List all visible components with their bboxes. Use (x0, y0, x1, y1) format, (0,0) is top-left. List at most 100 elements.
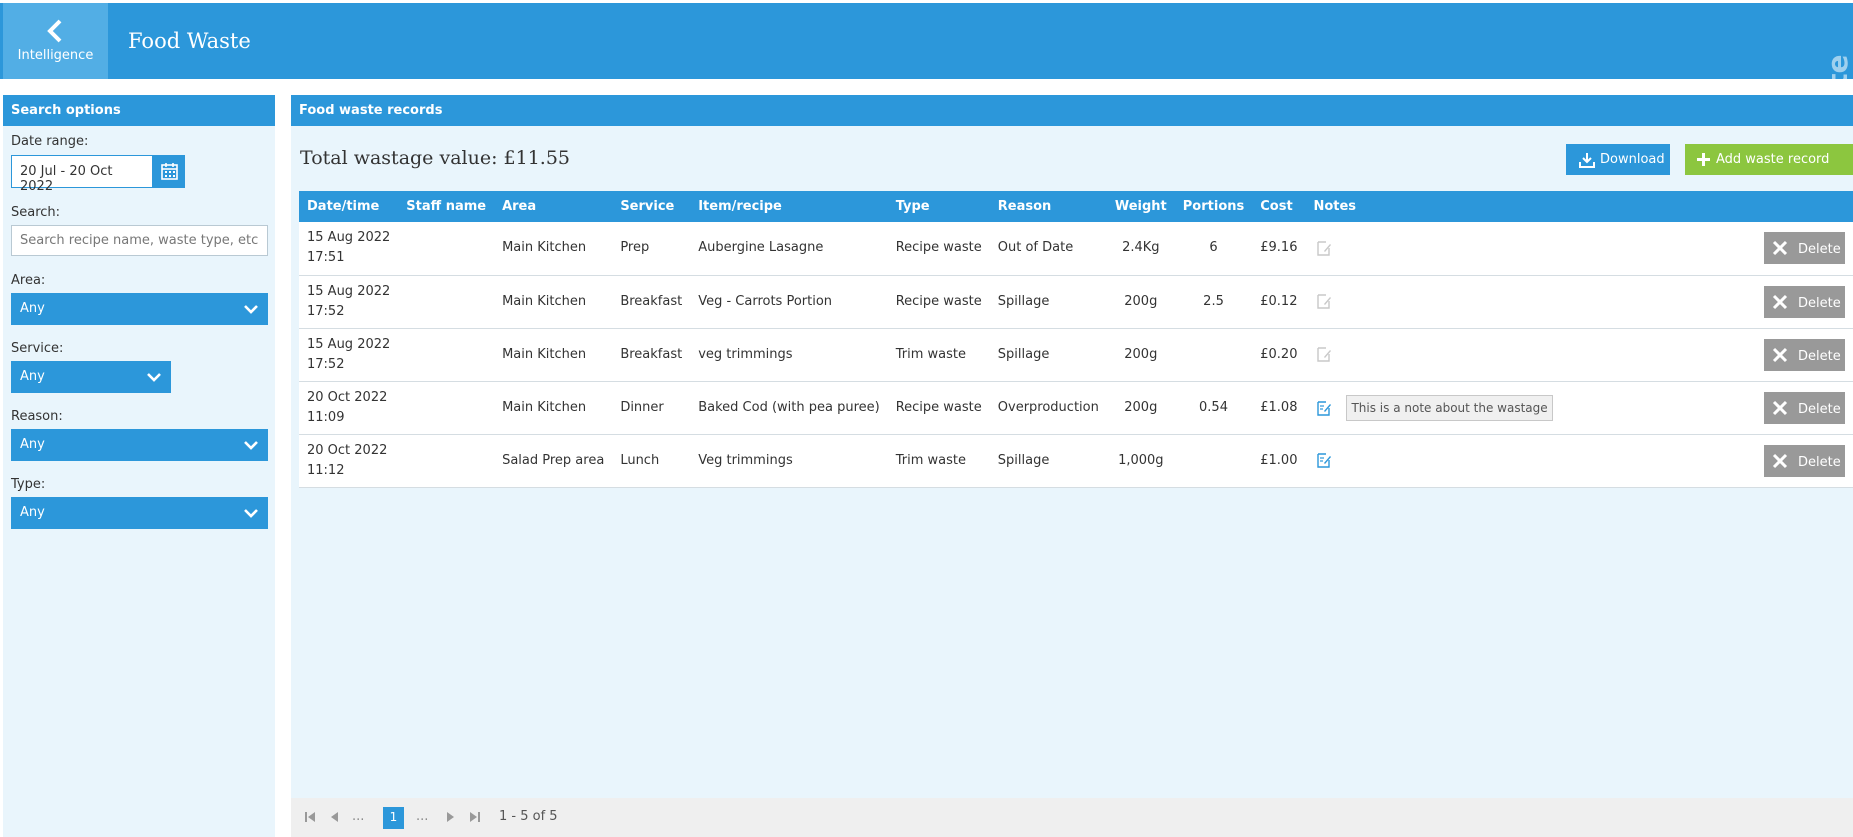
cell-time: 11:09 (307, 409, 345, 425)
delete-label: Delete (1798, 454, 1841, 470)
table-row[interactable]: 20 Oct 2022 11:12 Salad Prep area Lunch Veg … (299, 434, 1853, 487)
cell-staff (398, 381, 494, 434)
cell-area: Main Kitchen (502, 399, 587, 415)
cell-date: 15 Aug 2022 (307, 283, 391, 299)
table-row[interactable]: 20 Oct 2022 11:09 Main Kitchen Dinner Baked … (299, 381, 1853, 434)
pagination-ellipsis-left[interactable]: ... (352, 809, 364, 824)
cell-service: Breakfast (620, 346, 683, 362)
first-page-icon[interactable] (304, 811, 316, 823)
cell-date: 15 Aug 2022 (307, 230, 391, 246)
column-header-portions[interactable]: Portions (1175, 191, 1252, 222)
column-header-datetime[interactable]: Date/time (299, 191, 398, 222)
column-header-type[interactable]: Type (888, 191, 990, 222)
delete-button[interactable]: Delete (1764, 232, 1845, 264)
edit-note-icon[interactable] (1316, 452, 1332, 468)
chevron-down-icon (244, 441, 258, 450)
cell-portions: 2.5 (1203, 293, 1224, 309)
cell-type: Trim waste (895, 346, 966, 362)
chevron-down-icon (244, 509, 258, 518)
close-icon (1772, 400, 1788, 415)
service-label: Service: (11, 341, 64, 356)
cell-datetime: 15 Aug 2022 17:52 (299, 328, 398, 381)
cell-cost: £9.16 (1260, 240, 1298, 256)
cell-time: 17:52 (307, 303, 345, 319)
cell-datetime: 15 Aug 2022 17:51 (299, 222, 398, 275)
current-page-button[interactable]: 1 (383, 807, 404, 829)
column-header-weight[interactable]: Weight (1107, 191, 1175, 222)
table-row[interactable]: 15 Aug 2022 17:51 Main Kitchen Prep Aubergin… (299, 222, 1853, 275)
delete-label: Delete (1798, 401, 1841, 417)
delete-button[interactable]: Delete (1764, 338, 1845, 371)
delete-label: Delete (1798, 295, 1841, 311)
search-input[interactable] (11, 225, 268, 256)
cell-datetime: 20 Oct 2022 11:09 (299, 381, 398, 434)
date-range-input[interactable]: 20 Jul - 20 Oct 2022 (11, 155, 153, 194)
cell-service: Prep (620, 240, 650, 256)
download-icon (1579, 153, 1595, 168)
edit-note-icon[interactable] (1316, 400, 1332, 416)
cell-datetime: 15 Aug 2022 17:52 (299, 275, 398, 328)
plus-icon (1697, 153, 1710, 166)
chevron-down-icon (244, 305, 258, 314)
back-button[interactable]: Intelligence (3, 3, 108, 79)
cell-notes: Delete (1305, 328, 1853, 381)
table-row[interactable]: 15 Aug 2022 17:52 Main Kitchen Breakfast veg… (299, 328, 1853, 381)
add-waste-record-button[interactable]: Add waste record (1685, 144, 1853, 175)
table-header-row: Date/time Staff name Area Service Item/r… (299, 191, 1853, 222)
reason-select[interactable]: Any (11, 429, 268, 461)
column-header-item[interactable]: Item/recipe (690, 191, 888, 222)
add-waste-record-label: Add waste record (1716, 152, 1830, 167)
cell-weight: 200g (1124, 346, 1158, 362)
close-icon (1772, 294, 1788, 309)
search-options-panel: Search options Date range: 20 Jul - 20 O… (3, 95, 275, 837)
calendar-icon (161, 163, 178, 180)
cell-portions (1175, 328, 1252, 381)
delete-label: Delete (1798, 242, 1841, 257)
cell-cost: £1.08 (1260, 399, 1298, 415)
chevron-down-icon (147, 373, 161, 382)
pagination-bar: ... 1 ... 1 - 5 of 5 (291, 798, 1853, 837)
type-select[interactable]: Any (11, 497, 268, 529)
cell-datetime: 20 Oct 2022 11:12 (299, 434, 398, 487)
cell-type: Recipe waste (895, 240, 982, 256)
area-select[interactable]: Any (11, 293, 268, 325)
cell-area: Main Kitchen (502, 293, 587, 309)
delete-label: Delete (1798, 348, 1841, 364)
cell-reason: Out of Date (997, 240, 1074, 256)
cell-service: Lunch (620, 452, 660, 468)
cell-weight: 2.4Kg (1122, 240, 1160, 256)
cell-weight: 1,000g (1118, 452, 1164, 468)
delete-button[interactable]: Delete (1764, 391, 1845, 424)
delete-button[interactable]: Delete (1764, 444, 1845, 477)
column-header-cost[interactable]: Cost (1252, 191, 1305, 222)
reason-label: Reason: (11, 409, 63, 424)
column-header-service[interactable]: Service (612, 191, 690, 222)
cell-item: Veg trimmings (698, 452, 793, 468)
calendar-button[interactable] (153, 155, 185, 188)
edit-note-icon[interactable] (1316, 293, 1332, 309)
next-page-icon[interactable] (446, 811, 456, 823)
pagination-ellipsis-right[interactable]: ... (416, 809, 428, 824)
chevron-left-icon (46, 19, 61, 43)
table-row[interactable]: 15 Aug 2022 17:52 Main Kitchen Breakfast Veg… (299, 275, 1853, 328)
edit-note-icon[interactable] (1316, 240, 1332, 256)
cell-area: Main Kitchen (502, 346, 587, 362)
date-range-label: Date range: (11, 134, 89, 149)
food-waste-records-panel: Food waste records Total wastage value: … (291, 95, 1853, 837)
column-header-staff[interactable]: Staff name (398, 191, 494, 222)
edit-note-icon[interactable] (1316, 346, 1332, 362)
cell-item: veg trimmings (698, 346, 793, 362)
column-header-area[interactable]: Area (494, 191, 612, 222)
close-icon (1772, 453, 1788, 468)
last-page-icon[interactable] (469, 811, 481, 823)
service-select[interactable]: Any (11, 361, 171, 393)
download-button[interactable]: Download (1566, 144, 1670, 175)
column-header-reason[interactable]: Reason (990, 191, 1107, 222)
cell-service: Dinner (620, 399, 664, 415)
previous-page-icon[interactable] (329, 811, 339, 823)
cell-staff (398, 275, 494, 328)
delete-button[interactable]: Delete (1764, 285, 1845, 318)
cell-time: 17:52 (307, 356, 345, 372)
cell-notes: Delete (1305, 222, 1853, 275)
area-label: Area: (11, 273, 46, 288)
